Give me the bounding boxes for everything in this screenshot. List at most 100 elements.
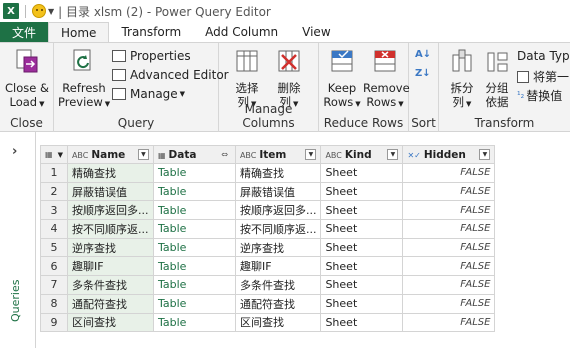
cell-name[interactable]: 按顺序返回多...: [66, 200, 154, 221]
row-number[interactable]: 9: [40, 312, 68, 333]
cell-hidden[interactable]: FALSE: [402, 181, 496, 202]
remove-rows-button[interactable]: Remove Rows ▼: [363, 47, 410, 111]
cell-data[interactable]: Table: [152, 163, 236, 183]
filter-dropdown-icon[interactable]: ▼: [305, 149, 317, 160]
cell-kind[interactable]: Sheet: [320, 219, 404, 239]
filter-dropdown-icon[interactable]: ▼: [387, 149, 399, 160]
table-row[interactable]: 6 趣聊IF Table 趣聊IF Sheet FALSE: [40, 256, 496, 277]
properties-button[interactable]: Properties: [112, 49, 191, 63]
cell-item[interactable]: 多条件查找: [234, 275, 322, 295]
cell-name[interactable]: 趣聊IF: [66, 256, 154, 277]
cell-kind[interactable]: Sheet: [320, 200, 404, 221]
cell-data[interactable]: Table: [152, 219, 236, 239]
close-group-label: Close: [10, 116, 43, 130]
replace-values-button[interactable]: ¹₂ 替换值: [517, 87, 562, 104]
cell-item[interactable]: 趣聊IF: [234, 256, 322, 277]
data-grid: ▦ ▼ ABC Name ▼ ▦ Data ⇔ ABC Item ▼ ABC Kind ▼ ✕✓ H…: [40, 145, 496, 333]
group-by-button[interactable]: 分组 依据: [481, 47, 513, 109]
tab-add-column[interactable]: Add Column: [193, 22, 290, 42]
cell-kind[interactable]: Sheet: [320, 237, 404, 258]
cell-kind[interactable]: Sheet: [320, 256, 404, 277]
cell-item[interactable]: 按顺序返回多...: [234, 200, 322, 221]
keep-rows-icon: [331, 50, 353, 72]
tab-transform[interactable]: Transform: [109, 22, 193, 42]
row-number[interactable]: 7: [40, 275, 68, 295]
tab-home[interactable]: Home: [48, 22, 110, 42]
cell-hidden[interactable]: FALSE: [402, 237, 496, 258]
cell-name[interactable]: 逆序查找: [66, 237, 154, 258]
cell-data[interactable]: Table: [152, 181, 236, 202]
keep-rows-button[interactable]: Keep Rows ▼: [323, 47, 361, 111]
cell-hidden[interactable]: FALSE: [402, 256, 496, 277]
manage-button[interactable]: Manage ▼: [112, 87, 185, 101]
table-row[interactable]: 4 按不同顺序返... Table 按不同顺序返... Sheet FALSE: [40, 219, 496, 239]
row-number[interactable]: 8: [40, 293, 68, 314]
cell-hidden[interactable]: FALSE: [402, 163, 496, 183]
table-row[interactable]: 1 精确查找 Table 精确查找 Sheet FALSE: [40, 163, 496, 183]
cell-hidden[interactable]: FALSE: [402, 293, 496, 314]
row-number[interactable]: 3: [40, 200, 68, 221]
cell-kind[interactable]: Sheet: [320, 312, 404, 333]
row-number[interactable]: 6: [40, 256, 68, 277]
refresh-preview-button[interactable]: Refresh Preview ▼: [58, 47, 110, 111]
cell-kind[interactable]: Sheet: [320, 293, 404, 314]
row-number[interactable]: 5: [40, 237, 68, 258]
cell-item[interactable]: 精确查找: [234, 163, 322, 183]
cell-name[interactable]: 多条件查找: [66, 275, 154, 295]
cell-item[interactable]: 按不同顺序返...: [234, 219, 322, 239]
close-and-load-button[interactable]: Close & Load ▼: [4, 47, 50, 111]
cell-data[interactable]: Table: [152, 200, 236, 221]
advanced-editor-button[interactable]: Advanced Editor: [112, 68, 229, 82]
close-and-load-icon: [16, 49, 38, 73]
filter-dropdown-icon[interactable]: ▼: [137, 149, 149, 160]
cell-item[interactable]: 逆序查找: [234, 237, 322, 258]
cell-data[interactable]: Table: [152, 275, 236, 295]
cell-data[interactable]: Table: [152, 293, 236, 314]
quick-access-dropdown-icon[interactable]: ▼: [48, 7, 54, 16]
tab-view[interactable]: View: [290, 22, 342, 42]
column-header-data[interactable]: ▦ Data ⇔: [152, 145, 236, 164]
cell-kind[interactable]: Sheet: [320, 163, 404, 183]
table-row[interactable]: 3 按顺序返回多... Table 按顺序返回多... Sheet FALSE: [40, 200, 496, 221]
sort-ascending-button[interactable]: A↓: [415, 49, 431, 60]
cell-data[interactable]: Table: [152, 237, 236, 258]
cell-kind[interactable]: Sheet: [320, 181, 404, 202]
column-header-hidden[interactable]: ✕✓ Hidden ▼: [402, 145, 496, 164]
tab-file[interactable]: 文件: [0, 22, 48, 42]
expand-column-icon[interactable]: ⇔: [221, 150, 228, 159]
row-number[interactable]: 2: [40, 181, 68, 202]
filter-dropdown-icon[interactable]: ▼: [479, 149, 491, 160]
cell-hidden[interactable]: FALSE: [402, 275, 496, 295]
use-first-row-button[interactable]: 将第一: [517, 68, 569, 85]
cell-hidden[interactable]: FALSE: [402, 312, 496, 333]
cell-name[interactable]: 屏蔽错误值: [66, 181, 154, 202]
cell-name[interactable]: 通配符查找: [66, 293, 154, 314]
table-menu-header[interactable]: ▦ ▼: [40, 145, 68, 164]
expand-queries-chevron-icon[interactable]: ›: [12, 144, 17, 159]
row-number[interactable]: 4: [40, 219, 68, 239]
column-header-kind[interactable]: ABC Kind ▼: [320, 145, 404, 164]
cell-hidden[interactable]: FALSE: [402, 219, 496, 239]
cell-item[interactable]: 区间查找: [234, 312, 322, 333]
row-number[interactable]: 1: [40, 163, 68, 183]
cell-data[interactable]: Table: [152, 256, 236, 277]
cell-name[interactable]: 按不同顺序返...: [66, 219, 154, 239]
cell-item[interactable]: 通配符查找: [234, 293, 322, 314]
split-column-button[interactable]: 拆分 列 ▼: [445, 47, 479, 111]
cell-name[interactable]: 精确查找: [66, 163, 154, 183]
column-header-name[interactable]: ABC Name ▼: [66, 145, 154, 164]
data-type-button[interactable]: Data Type: [517, 49, 570, 63]
table-row[interactable]: 7 多条件查找 Table 多条件查找 Sheet FALSE: [40, 275, 496, 295]
cell-hidden[interactable]: FALSE: [402, 200, 496, 221]
table-row[interactable]: 5 逆序查找 Table 逆序查找 Sheet FALSE: [40, 237, 496, 258]
cell-data[interactable]: Table: [152, 312, 236, 333]
cell-item[interactable]: 屏蔽错误值: [234, 181, 322, 202]
sort-descending-button[interactable]: Z↓: [415, 68, 431, 79]
cell-name[interactable]: 区间查找: [66, 312, 154, 333]
table-row[interactable]: 9 区间查找 Table 区间查找 Sheet FALSE: [40, 312, 496, 333]
table-row[interactable]: 2 屏蔽错误值 Table 屏蔽错误值 Sheet FALSE: [40, 181, 496, 202]
column-header-item[interactable]: ABC Item ▼: [234, 145, 322, 164]
table-row[interactable]: 8 通配符查找 Table 通配符查找 Sheet FALSE: [40, 293, 496, 314]
cell-kind[interactable]: Sheet: [320, 275, 404, 295]
feedback-smiley-icon[interactable]: [32, 4, 46, 18]
